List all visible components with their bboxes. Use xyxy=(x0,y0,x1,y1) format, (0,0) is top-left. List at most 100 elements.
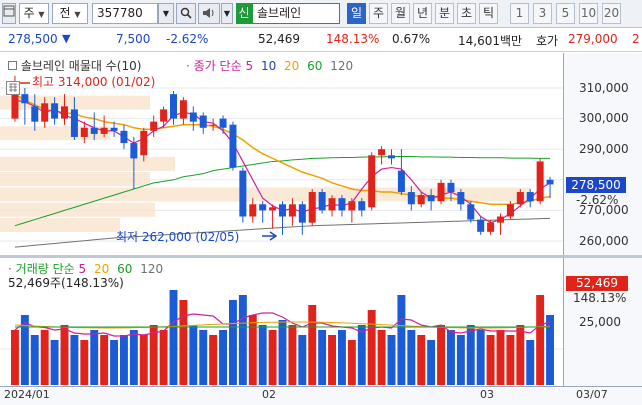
candle-body xyxy=(170,94,177,119)
tab-interval[interactable]: 10 xyxy=(579,3,598,24)
volume-bar xyxy=(30,335,39,385)
volume-bar xyxy=(427,340,436,385)
volume-bar xyxy=(90,330,99,385)
volume-bar xyxy=(506,335,515,385)
candle-body xyxy=(487,222,495,232)
date-label: 03/07 xyxy=(576,388,608,401)
ma-label: 종가 단순 xyxy=(193,59,242,73)
volume-chart-panel[interactable]: · 거래량 단순 5 20 60 120 52,469주(148.13%) xyxy=(0,258,563,386)
low-arrow-icon xyxy=(262,231,278,241)
date-label: 2024/01 xyxy=(4,388,50,401)
price-tick: 300,000 xyxy=(579,111,629,125)
candle-body xyxy=(80,127,88,137)
volume-bar xyxy=(387,335,396,385)
volume-bar xyxy=(179,300,188,385)
candle-body xyxy=(318,192,326,211)
candle-body xyxy=(516,192,524,205)
new-badge: 신 xyxy=(236,3,252,24)
candle-body xyxy=(209,124,217,126)
tab-period[interactable]: 일 xyxy=(347,3,366,24)
candle-body xyxy=(229,124,237,168)
ma-period: 120 xyxy=(330,59,354,73)
sound-dropdown[interactable]: ▼ xyxy=(221,3,233,24)
volume-bar xyxy=(288,325,297,385)
grid-toggle-icon[interactable] xyxy=(6,81,20,95)
volume-profile-bar xyxy=(0,156,175,171)
candle-body xyxy=(457,192,465,205)
ask-extra: 2 xyxy=(632,32,640,46)
candle-body xyxy=(70,109,78,137)
market-label: 주 xyxy=(23,6,35,20)
tab-interval[interactable]: 5 xyxy=(556,3,575,24)
volume-bar xyxy=(129,330,138,385)
stock-name-field[interactable]: 솔브레인 xyxy=(252,3,340,24)
candle-body xyxy=(427,195,435,202)
window-menu-icon[interactable] xyxy=(2,3,16,24)
candle-body xyxy=(189,112,197,122)
current-price: 278,500 xyxy=(8,32,58,46)
ma-legend: · 종가 단순 5 10 20 60 120 xyxy=(186,57,353,74)
candle-body xyxy=(536,161,544,202)
prev-select[interactable]: 전 ▼ xyxy=(52,3,88,24)
tab-interval[interactable]: 1 xyxy=(510,3,529,24)
price-tick: 260,000 xyxy=(579,234,629,248)
candle-body xyxy=(397,170,405,193)
tab-period[interactable]: 틱 xyxy=(479,3,498,24)
volume-bar xyxy=(238,295,247,385)
sound-button[interactable] xyxy=(198,3,220,24)
chevron-down-icon: ▼ xyxy=(74,10,81,19)
volume-bar xyxy=(80,340,89,385)
tab-period[interactable]: 년 xyxy=(413,3,432,24)
ma-period: 20 xyxy=(284,59,300,73)
tab-interval[interactable]: 20 xyxy=(602,3,621,24)
volume-value: 52,469 xyxy=(258,32,300,46)
candle-body xyxy=(249,204,257,217)
volume-bar xyxy=(526,340,535,385)
candle-body xyxy=(150,121,158,131)
quote-bar: 278,500 ▼ 7,500 -2.62% 52,469 148.13% 0.… xyxy=(0,28,642,52)
volume-bar xyxy=(120,335,128,385)
volume-value-label: 52,469주(148.13%) xyxy=(8,276,124,290)
candle-body xyxy=(199,115,207,128)
price-change-pct: -2.62% xyxy=(166,32,209,46)
speaker-icon xyxy=(203,8,214,18)
volume-bar xyxy=(229,300,237,385)
candle-body xyxy=(358,201,366,211)
candle-body xyxy=(259,204,267,211)
candle-body xyxy=(120,130,128,144)
price-chart-panel[interactable]: 솔브레인 매물대 수(10) · 종가 단순 5 10 20 60 120 최고… xyxy=(0,53,563,255)
volume-bar xyxy=(456,335,465,385)
candle-body xyxy=(506,204,514,217)
down-arrow-icon: ▼ xyxy=(62,32,71,45)
volume-bar xyxy=(318,330,327,385)
candle-body xyxy=(546,179,554,185)
candle-body xyxy=(179,100,187,119)
volume-bar xyxy=(437,325,445,385)
trade-amount: 14,601백만 xyxy=(458,34,523,48)
ma-period: 5 xyxy=(245,59,254,73)
stock-code-input[interactable]: 357780 xyxy=(92,3,158,24)
price-legend: 솔브레인 매물대 수(10) xyxy=(8,57,141,74)
code-dropdown-button[interactable]: ▼ xyxy=(158,3,174,24)
volume-bar xyxy=(100,335,109,385)
market-select[interactable]: 주 ▼ xyxy=(19,3,49,24)
low-label: 최저 262,000 (02/05) xyxy=(116,230,240,244)
collapse-icon[interactable] xyxy=(8,61,17,70)
candle-body xyxy=(368,155,376,208)
chevron-down-icon: ▼ xyxy=(223,9,231,18)
price-chart-title: 솔브레인 매물대 수(10) xyxy=(20,59,142,73)
volume-bar xyxy=(338,330,346,385)
candle-body xyxy=(219,118,227,128)
date-label: 03 xyxy=(480,388,494,401)
search-button[interactable] xyxy=(176,3,196,24)
tab-period[interactable]: 분 xyxy=(435,3,454,24)
volume-bar xyxy=(407,330,416,385)
volume-bar xyxy=(496,330,505,385)
volume-bar xyxy=(347,340,356,385)
tab-period[interactable]: 주 xyxy=(369,3,388,24)
stock-name: 솔브레인 xyxy=(257,6,302,20)
candle-body xyxy=(298,204,306,223)
tab-period[interactable]: 월 xyxy=(391,3,410,24)
tab-period[interactable]: 초 xyxy=(457,3,476,24)
tab-interval[interactable]: 3 xyxy=(533,3,552,24)
